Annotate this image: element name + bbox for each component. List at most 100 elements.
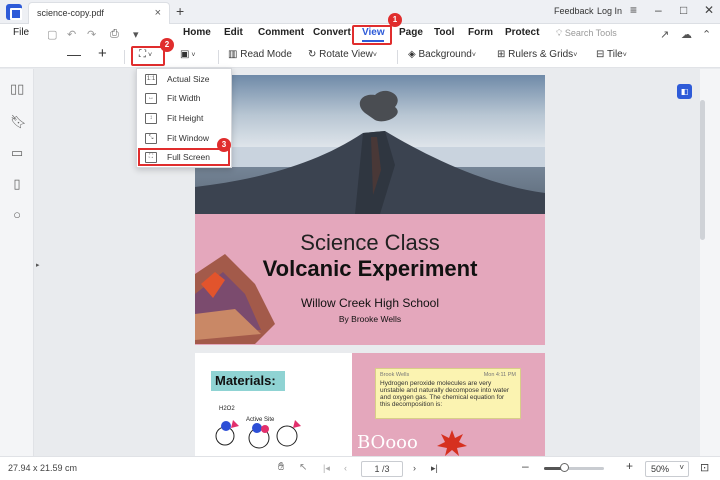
next-page-icon[interactable]: ›: [413, 463, 416, 473]
feedback-link[interactable]: Feedback: [554, 6, 594, 16]
select-tool-icon[interactable]: ↖: [299, 462, 307, 473]
undo-icon[interactable]: ↶: [67, 28, 76, 41]
search-tools[interactable]: 💡︎ Search Tools: [556, 28, 617, 39]
menu-item-fit-height[interactable]: ↕ Fit Height: [141, 110, 227, 128]
fit-width-icon: ↔: [145, 93, 157, 104]
slide-title-line1: Science Class: [300, 230, 440, 255]
lightbulb-icon: 💡︎: [556, 28, 563, 38]
actual-size-icon: 1:1: [145, 74, 157, 85]
menu-lines-icon[interactable]: ≡: [630, 3, 637, 17]
fit-height-icon: ↕: [145, 113, 157, 124]
menu-item-fit-window[interactable]: ⤡ Fit Window: [141, 130, 227, 148]
read-mode-button[interactable]: ▥ Read Mode: [228, 49, 292, 60]
ai-assistant-icon[interactable]: ◧: [677, 84, 692, 99]
menu-home[interactable]: Home: [183, 27, 211, 38]
document-tab[interactable]: science-copy.pdf ×: [28, 2, 170, 24]
menu-comment[interactable]: Comment: [258, 27, 304, 38]
new-tab-button[interactable]: +: [176, 3, 184, 19]
minimize-icon[interactable]: –: [655, 3, 662, 17]
hand-tool-icon[interactable]: ✋︎: [278, 461, 284, 474]
close-window-icon[interactable]: ✕: [704, 3, 714, 17]
print-icon[interactable]: ⎙: [110, 28, 119, 41]
note-text: Hydrogen peroxide molecules are very uns…: [380, 380, 509, 408]
rulers-grids-button[interactable]: ⊞ Rulers & Grids˅: [497, 49, 577, 60]
rulers-grids-label: Rulers & Grids: [508, 49, 574, 60]
close-tab-icon[interactable]: ×: [155, 7, 161, 19]
background-button[interactable]: ◈ Background˅: [408, 49, 476, 60]
last-page-icon[interactable]: ▸|: [431, 463, 438, 474]
menu-form[interactable]: Form: [468, 27, 493, 38]
materials-heading: Materials:: [211, 371, 285, 391]
chevron-down-icon: ˅: [573, 52, 578, 59]
zoom-in-status-icon[interactable]: +: [626, 459, 633, 473]
view-active-underline: [362, 40, 384, 42]
expand-sidebar-arrow-icon[interactable]: ▸: [36, 261, 40, 269]
zoom-out-status-icon[interactable]: –: [522, 459, 529, 473]
tab-title: science-copy.pdf: [37, 8, 104, 18]
zoom-out-icon[interactable]: —: [67, 46, 81, 62]
chevron-down-icon: ˅: [679, 463, 684, 472]
collapse-ribbon-icon[interactable]: ⌃: [702, 28, 711, 41]
step-badge-2: 2: [160, 38, 174, 52]
page-number-input[interactable]: 1 /3: [361, 461, 403, 477]
cloud-upload-icon[interactable]: ☁: [681, 28, 692, 41]
maximize-icon[interactable]: □: [680, 3, 687, 17]
fit-width-label: Fit Width: [167, 93, 201, 103]
fit-height-label: Fit Height: [167, 113, 204, 123]
chevron-down-icon: ˅: [189, 52, 196, 59]
login-link[interactable]: Log In: [597, 6, 622, 16]
comment-icon[interactable]: ▭: [10, 146, 24, 160]
menu-file[interactable]: File: [13, 27, 29, 38]
menu-convert[interactable]: Convert: [313, 27, 351, 38]
redo-icon[interactable]: ↷: [87, 28, 96, 41]
read-mode-label: Read Mode: [240, 49, 292, 60]
tile-label: Tile: [607, 49, 623, 60]
menu-tool[interactable]: Tool: [434, 27, 454, 38]
sticky-note[interactable]: Brook Wells Mon 4:11 PM Hydrogen peroxide…: [375, 368, 521, 419]
tile-button[interactable]: ⊟ Tile˅: [596, 49, 627, 60]
menu-edit[interactable]: Edit: [224, 27, 243, 38]
zoom-level-value: 50%: [651, 464, 670, 474]
zoom-slider-knob[interactable]: [560, 463, 569, 472]
chevron-down-icon: ˅: [471, 52, 476, 59]
chevron-down-icon: ˅: [372, 52, 378, 59]
volcano-illustration: [195, 75, 545, 214]
bookmark-icon[interactable]: 🔖︎: [10, 115, 27, 129]
paint-bucket-icon: ◈: [408, 49, 416, 60]
rotate-view-label: Rotate View: [319, 49, 373, 60]
page-gap: [195, 345, 545, 353]
toolbar-divider: [124, 50, 125, 64]
school-name: Willow Creek High School: [300, 296, 440, 310]
expand-panel-icon[interactable]: ⊡: [700, 461, 709, 474]
app-logo-icon: [6, 4, 22, 20]
previous-page-icon[interactable]: ‹: [344, 463, 347, 473]
chevron-down-icon: ˅: [622, 52, 627, 59]
tile-icon: ⊟: [596, 49, 605, 60]
status-bar: [0, 456, 720, 480]
zoom-in-icon[interactable]: +: [98, 45, 107, 62]
menu-item-actual-size[interactable]: 1:1 Actual Size: [141, 71, 227, 89]
note-author: Brook Wells: [380, 372, 410, 378]
thumbnails-icon[interactable]: ▯▯: [10, 82, 24, 96]
rotate-view-button[interactable]: ↻ Rotate View˅: [308, 49, 377, 60]
first-page-icon[interactable]: |◂: [323, 463, 330, 474]
fit-window-icon: ⤡: [145, 133, 157, 144]
save-icon[interactable]: ▢: [47, 28, 57, 41]
share-icon[interactable]: ↗: [660, 28, 669, 41]
menu-item-fit-width[interactable]: ↔ Fit Width: [141, 90, 227, 108]
quick-access-dropdown-icon[interactable]: ▾: [133, 28, 139, 41]
menu-page[interactable]: Page: [399, 27, 423, 38]
menu-protect[interactable]: Protect: [505, 27, 539, 38]
author-name: By Brooke Wells: [338, 314, 402, 324]
zoom-level-select[interactable]: 50% ˅: [645, 461, 689, 477]
enzyme-sketch-illustration: [215, 420, 301, 449]
vertical-scrollbar[interactable]: [700, 100, 705, 240]
search-icon[interactable]: ○: [10, 208, 24, 222]
page-display-dropdown[interactable]: ▣ ˅: [180, 49, 196, 60]
attachment-icon[interactable]: ▯: [10, 177, 24, 191]
step-badge-3: 3: [217, 138, 231, 152]
full-screen-highlight-box: [138, 148, 230, 166]
grid-icon: ⊞: [497, 49, 506, 60]
explosion-illustration: [437, 430, 467, 456]
background-label: Background: [418, 49, 472, 60]
